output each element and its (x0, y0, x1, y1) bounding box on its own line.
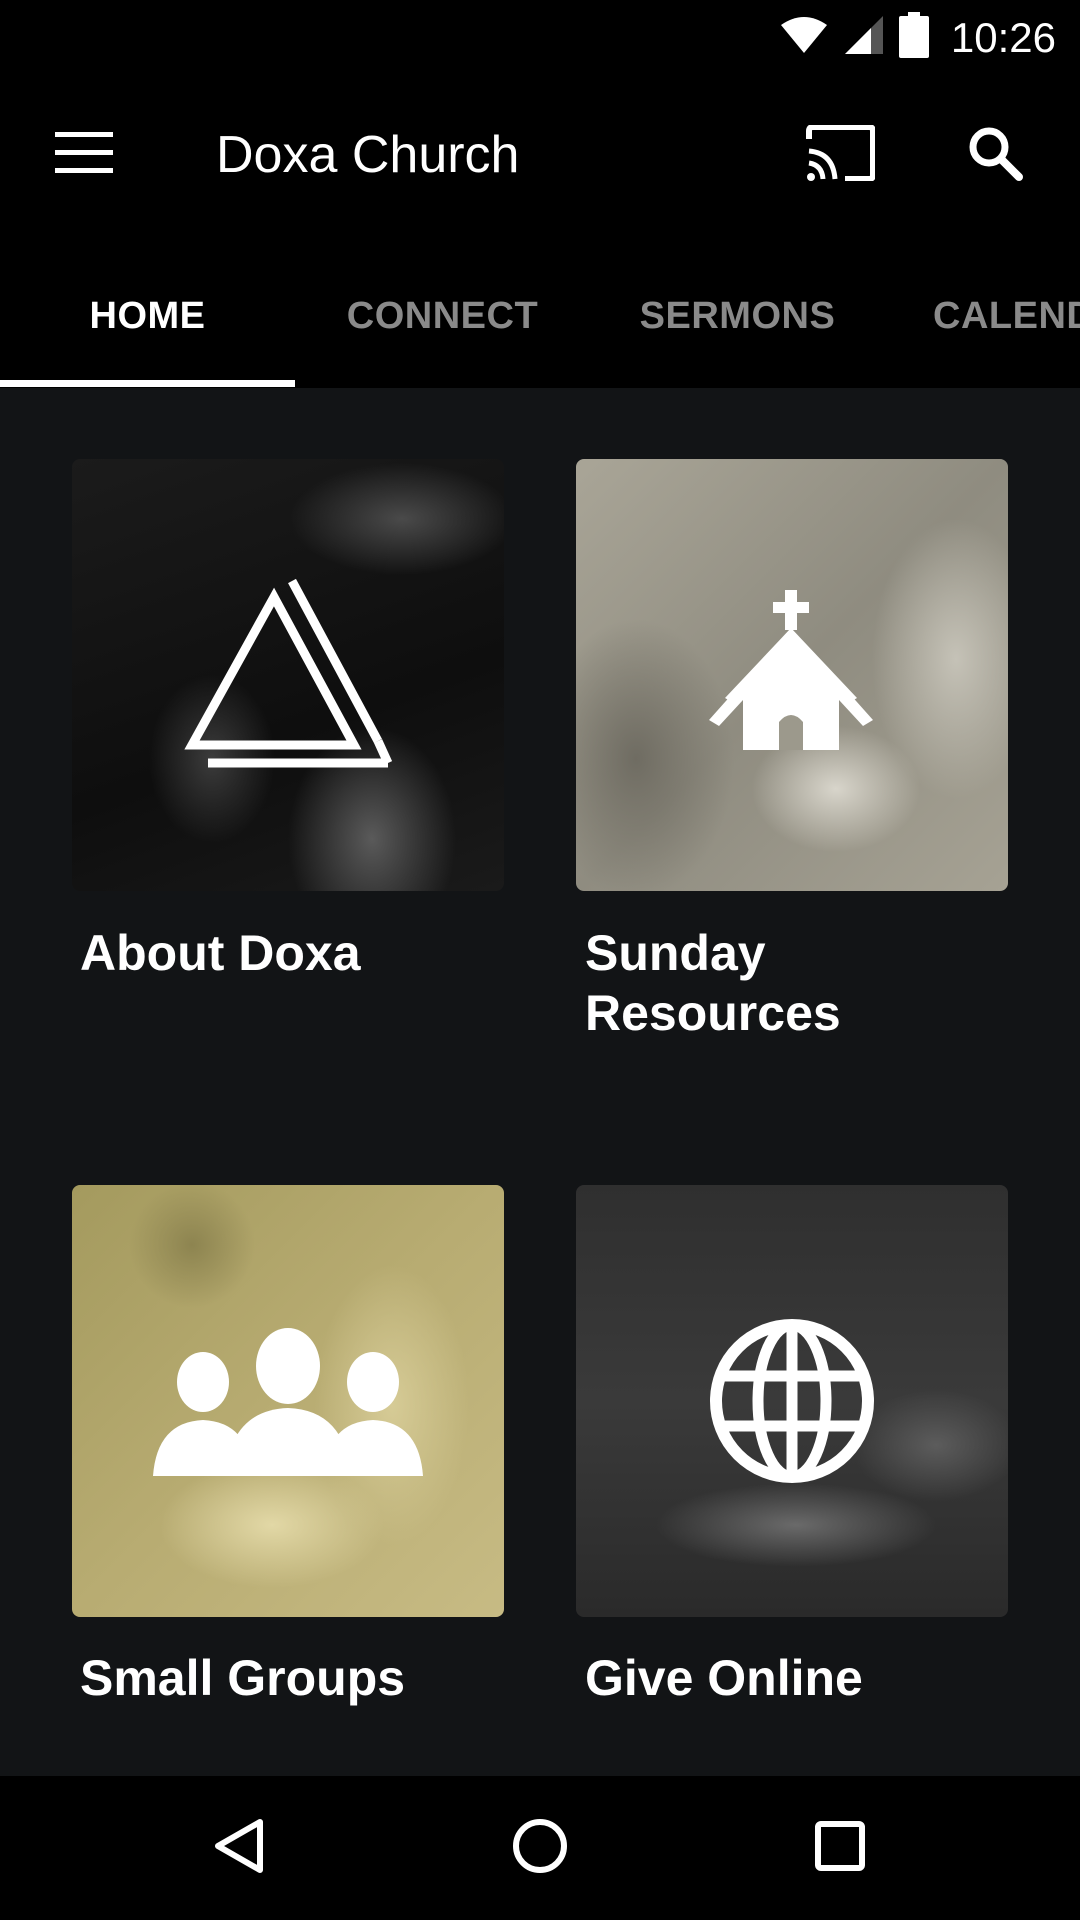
app-bar: Doxa Church (0, 75, 1080, 245)
tile-label-give-online: Give Online (585, 1650, 863, 1706)
tile-label-sunday-resources: Sunday Resources (585, 925, 841, 1041)
tile-give-online[interactable] (576, 1185, 1008, 1617)
recents-button[interactable] (800, 1808, 880, 1888)
home-circle-icon (510, 1816, 570, 1881)
cell-signal-icon (843, 14, 885, 61)
search-button[interactable] (955, 120, 1035, 190)
home-button[interactable] (500, 1808, 580, 1888)
tab-connect[interactable]: CONNECT (295, 245, 590, 388)
menu-icon (55, 131, 113, 179)
globe-icon (576, 1185, 1008, 1617)
tab-home[interactable]: HOME (0, 245, 295, 388)
system-nav-bar (0, 1776, 1080, 1920)
triangle-logo-icon (72, 459, 504, 891)
tab-calendar[interactable]: CALENDAR (885, 245, 1080, 388)
tab-bar: HOME CONNECT SERMONS CALENDAR (0, 245, 1080, 388)
battery-icon (898, 12, 929, 63)
tile-label-small-groups: Small Groups (80, 1650, 406, 1706)
tile-small-groups[interactable] (72, 1185, 504, 1617)
cast-button[interactable] (795, 120, 885, 190)
recents-icon (810, 1816, 870, 1881)
status-time: 10:26 (950, 13, 1056, 61)
menu-button[interactable] (40, 120, 128, 190)
tab-sermons[interactable]: SERMONS (590, 245, 885, 388)
status-bar: 10:26 (0, 0, 1080, 75)
people-group-icon (72, 1185, 504, 1617)
tile-label-about-doxa: About Doxa (80, 925, 361, 981)
tab-indicator (0, 380, 295, 387)
back-icon (210, 1816, 270, 1881)
tile-sunday-resources[interactable] (576, 459, 1008, 891)
search-icon (967, 125, 1023, 186)
church-icon (576, 459, 1008, 891)
tile-about-doxa[interactable] (72, 459, 504, 891)
cast-icon (805, 123, 876, 186)
status-icons: 10:26 (779, 0, 1056, 75)
app-title: Doxa Church (216, 126, 520, 184)
wifi-icon (779, 15, 829, 60)
home-grid: About Doxa Sunday Resources Small Groups… (0, 388, 1080, 1776)
back-button[interactable] (200, 1808, 280, 1888)
